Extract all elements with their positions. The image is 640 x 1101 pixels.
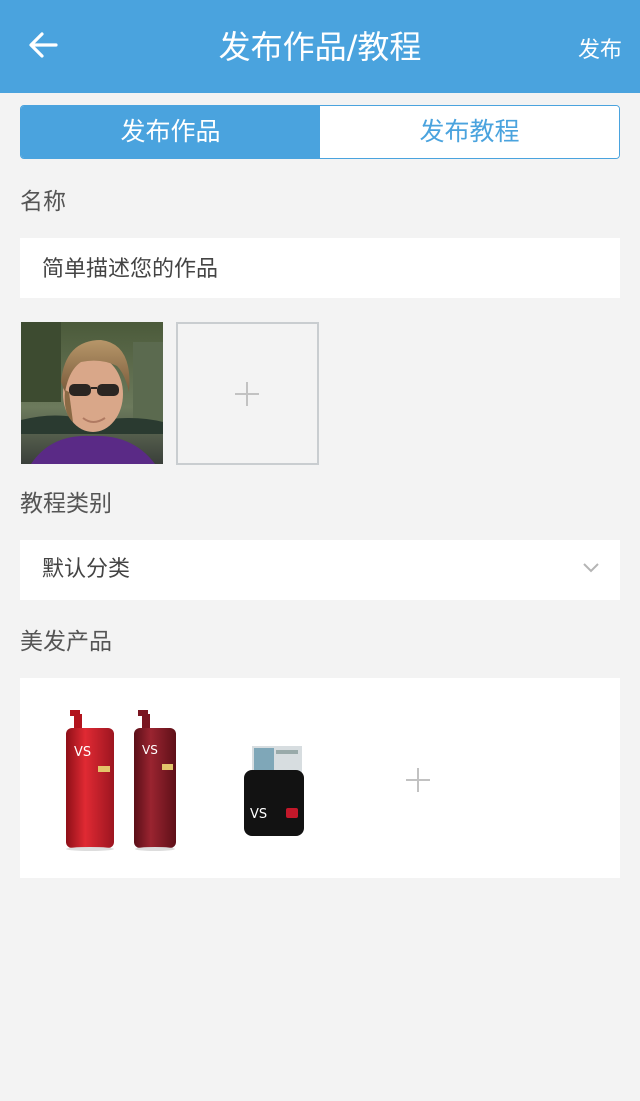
products-label: 美发产品 [20, 629, 112, 655]
add-photo-button[interactable] [176, 322, 319, 465]
add-product-button[interactable] [398, 760, 438, 800]
name-field [20, 238, 620, 300]
svg-text:VS: VS [142, 743, 158, 757]
svg-text:VS: VS [74, 745, 91, 760]
category-value: 默认分类 [42, 557, 131, 582]
tab-publish-work[interactable]: 发布作品 [21, 106, 320, 158]
publish-button[interactable]: 发布 [578, 35, 622, 67]
products-panel: VS VS VS [20, 678, 620, 878]
portrait-image [21, 322, 163, 464]
shampoo-bottles-image: VS VS [66, 710, 176, 851]
category-label: 教程类别 [20, 491, 112, 517]
product-shampoo[interactable]: VS VS [60, 708, 180, 853]
product-wax[interactable]: VS [242, 742, 308, 838]
uploaded-photo[interactable] [21, 322, 163, 464]
name-input[interactable] [40, 238, 604, 300]
tab-switcher: 发布作品 发布教程 [20, 105, 620, 159]
page-title: 发布作品/教程 [218, 28, 422, 66]
tab-publish-tutorial[interactable]: 发布教程 [320, 106, 619, 158]
app-header: 发布作品/教程 发布 [0, 0, 640, 93]
wax-jar-image: VS [244, 746, 304, 836]
category-select[interactable]: 默认分类 [20, 540, 620, 600]
svg-text:VS: VS [250, 807, 267, 822]
name-label: 名称 [20, 189, 66, 215]
chevron-down-icon [583, 563, 599, 573]
